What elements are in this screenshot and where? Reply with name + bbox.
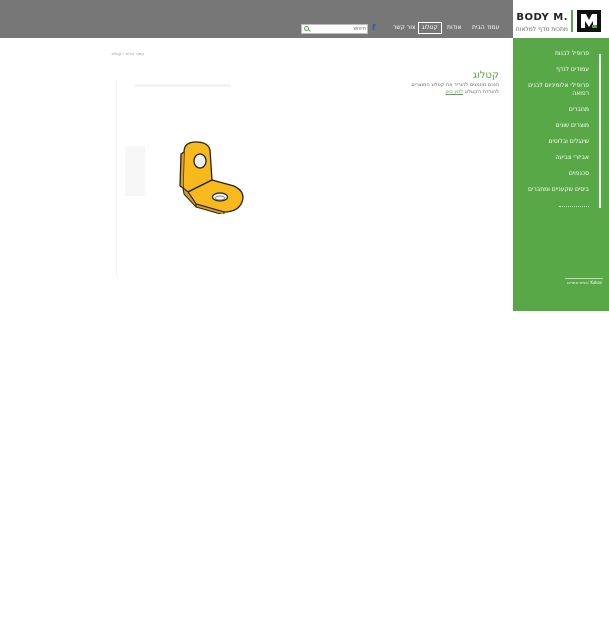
site-credit[interactable]: בניית אתרים: Kokos [567, 280, 602, 285]
viewer-page-edge [125, 146, 145, 196]
sidebar-item[interactable]: מחברים [517, 106, 589, 114]
search-icon[interactable] [304, 26, 309, 31]
logo-tagline: מתכות מדף למלאות [515, 26, 568, 33]
catalog-download-text: להורדת הקטלוג לחץ כאן [445, 89, 499, 95]
sidebar-item[interactable]: עמודים לנדף [517, 66, 589, 74]
catalog-description: הנכם מוזמנים להוריד את קטלוג המוצרים [411, 82, 499, 88]
category-sidebar: פרופיל לבנות עמודים לנדף פרופילי אלומיני… [513, 38, 609, 311]
sidebar-item[interactable]: שינגלים ובלוטים [517, 138, 589, 146]
nav-catalog[interactable]: קטלוג [418, 22, 442, 34]
search-box [301, 24, 368, 34]
facebook-icon[interactable]: f [372, 24, 378, 32]
sidebar-item[interactable]: סכנפוים [517, 170, 589, 178]
page-title: קטלוג [472, 70, 499, 81]
nav-about[interactable]: אודות [447, 22, 462, 34]
logo-text: BODY M. [516, 12, 568, 23]
download-link[interactable]: לחץ כאן [445, 89, 463, 95]
site-header: BODY M. מתכות מדף למלאות עמוד הבית אודות… [0, 0, 609, 38]
sidebar-item[interactable]: פרופילי אלומיניום לבנים רפואה [517, 82, 589, 98]
download-prefix: להורדת הקטלוג [463, 89, 499, 95]
sidebar-scrollbar[interactable] [599, 54, 601, 208]
logo-divider [571, 10, 573, 32]
category-list: פרופיל לבנות עמודים לנדף פרופילי אלומיני… [517, 50, 589, 202]
logo[interactable]: BODY M. מתכות מדף למלאות [513, 0, 609, 38]
l-bracket-image [179, 141, 244, 214]
sidebar-footer-divider [565, 278, 603, 279]
sidebar-item[interactable]: פרופיל לבנות [517, 50, 589, 58]
sidebar-item[interactable]: ביסים שקעניים ומחברים [517, 186, 589, 194]
sidebar-more-indicator [559, 204, 589, 207]
logo-mark-icon [577, 10, 601, 32]
nav-home[interactable]: עמוד הבית [472, 22, 499, 34]
breadcrumb[interactable]: עמוד הבית › קטלוג [111, 51, 144, 56]
nav-contact[interactable]: צור קשר [393, 22, 415, 34]
viewer-toolbar [135, 84, 231, 87]
sidebar-item[interactable]: מוצרים שונים [517, 122, 590, 130]
search-input[interactable] [310, 25, 366, 33]
sidebar-item[interactable]: אביזרי צביעה [517, 154, 589, 162]
